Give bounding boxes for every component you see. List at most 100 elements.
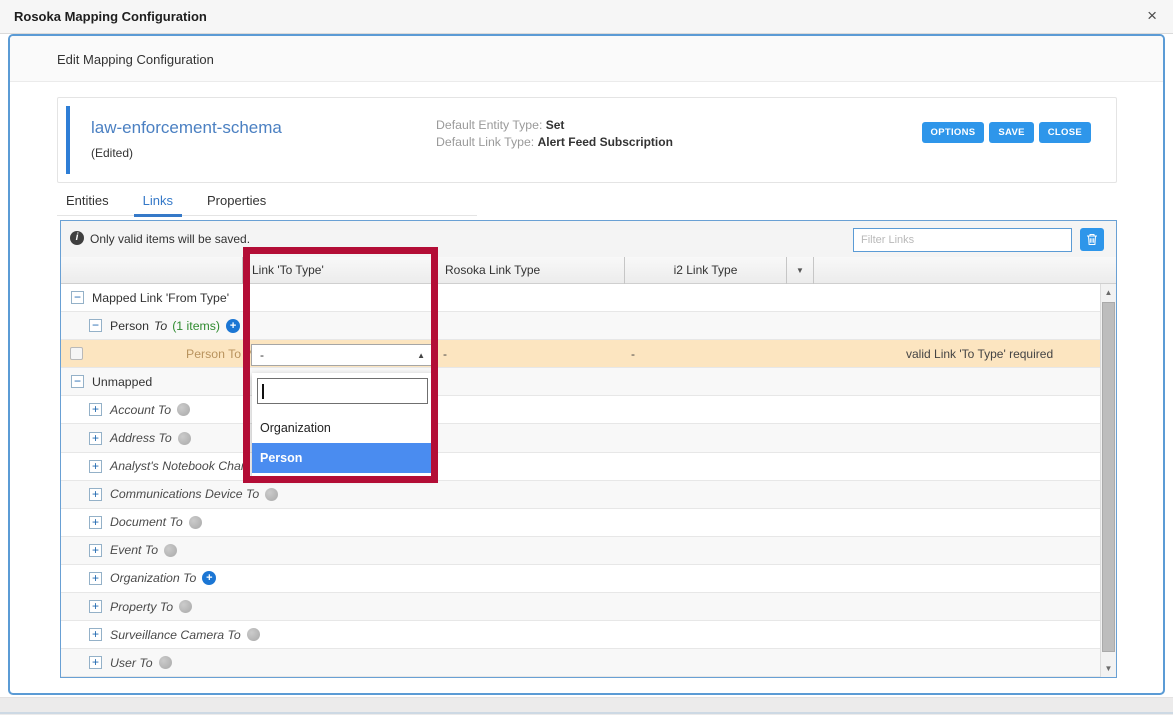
row-label: Account To xyxy=(110,403,171,417)
add-item-icon[interactable]: + xyxy=(226,319,240,333)
expand-icon[interactable]: + xyxy=(89,572,102,585)
tab-entities[interactable]: Entities xyxy=(57,190,118,214)
table-row[interactable]: + Communications Device To xyxy=(61,481,1100,509)
table-row[interactable]: + Surveillance Camera To xyxy=(61,621,1100,649)
window-close-icon[interactable]: × xyxy=(1147,7,1157,25)
expand-icon[interactable]: + xyxy=(89,516,102,529)
dropdown-option-person[interactable]: Person xyxy=(252,443,433,473)
tree-cell: + Property To xyxy=(61,593,1100,620)
expand-icon[interactable]: + xyxy=(89,488,102,501)
collapse-icon[interactable]: − xyxy=(71,291,84,304)
rosoka-link-type-value: - xyxy=(443,340,447,368)
close-button[interactable]: CLOSE xyxy=(1039,122,1091,143)
table-body: −Mapped Link 'From Type'−PersonTo(1 item… xyxy=(61,284,1100,677)
column-header-rosoka-link-type[interactable]: Rosoka Link Type xyxy=(437,257,625,284)
tree-cell: + Analyst's Notebook Chart To xyxy=(61,453,1100,480)
expand-icon[interactable]: + xyxy=(89,600,102,613)
window-titlebar: Rosoka Mapping Configuration × xyxy=(0,0,1173,34)
tree-cell: + Communications Device To xyxy=(61,481,1100,508)
mapping-configuration-dialog: Edit Mapping Configuration law-enforceme… xyxy=(8,34,1165,695)
expand-icon[interactable]: + xyxy=(89,460,102,473)
row-label: Property To xyxy=(110,600,173,614)
collapse-icon[interactable]: − xyxy=(89,319,102,332)
item-badge-icon xyxy=(189,516,202,529)
text-caret xyxy=(262,384,264,399)
tree-cell: −Mapped Link 'From Type' xyxy=(61,284,1100,311)
table-row[interactable]: + Account To xyxy=(61,396,1100,424)
item-badge-icon xyxy=(164,544,177,557)
tab-properties[interactable]: Properties xyxy=(198,190,275,214)
collapse-icon[interactable]: − xyxy=(71,375,84,388)
table-row[interactable]: +Document To xyxy=(61,509,1100,537)
item-badge-icon xyxy=(179,600,192,613)
table-row[interactable]: + Property To xyxy=(61,593,1100,621)
table-header-row: Link 'To Type' Rosoka Link Type i2 Link … xyxy=(61,257,1116,284)
table-row[interactable]: Person To ? - - valid Link 'To Type' requir… xyxy=(61,340,1100,368)
validation-message: valid Link 'To Type' required xyxy=(906,340,1053,368)
row-label: Address To xyxy=(110,431,172,445)
options-button[interactable]: OPTIONS xyxy=(922,122,985,143)
i2-link-type-value: - xyxy=(631,340,635,368)
item-badge-icon xyxy=(178,432,191,445)
table-row[interactable]: −PersonTo(1 items)+ xyxy=(61,312,1100,340)
table-row[interactable]: + Address To xyxy=(61,424,1100,452)
default-entity-value: Set xyxy=(546,118,565,132)
tree-cell: + User To xyxy=(61,649,1100,676)
table-row[interactable]: −Unmapped xyxy=(61,368,1100,396)
table-row[interactable]: + Analyst's Notebook Chart To xyxy=(61,453,1100,481)
link-to-type-select[interactable]: - ▲ xyxy=(251,344,433,366)
tree-cell: + Address To xyxy=(61,424,1100,451)
expand-icon[interactable]: + xyxy=(89,403,102,416)
schema-status: (Edited) xyxy=(91,146,133,160)
dropdown-options: OrganizationPerson xyxy=(252,413,433,473)
row-label: Analyst's Notebook Chart To xyxy=(110,459,265,473)
expand-icon[interactable]: + xyxy=(89,432,102,445)
default-link-value: Alert Feed Subscription xyxy=(538,135,673,149)
default-link-label: Default Link Type: xyxy=(436,135,534,149)
row-label: Person To ? xyxy=(186,347,251,361)
tree-cell: +Document To xyxy=(61,509,1100,536)
tree-cell: + Account To xyxy=(61,396,1100,423)
item-badge-icon xyxy=(265,488,278,501)
row-label: Surveillance Camera To xyxy=(110,628,241,642)
delete-button[interactable] xyxy=(1080,228,1104,251)
tree-cell: +Event To xyxy=(61,537,1100,564)
tree-cell: −PersonTo(1 items)+ xyxy=(61,312,1100,339)
column-header-link-to-type[interactable]: Link 'To Type' xyxy=(243,257,437,284)
tab-bar: Entities Links Properties xyxy=(57,190,477,216)
vertical-scrollbar[interactable]: ▲ ▼ xyxy=(1100,284,1116,677)
column-header-i2-link-type[interactable]: i2 Link Type xyxy=(625,257,787,284)
filter-links-input[interactable] xyxy=(853,228,1072,252)
scrollbar-thumb[interactable] xyxy=(1102,302,1115,652)
dialog-heading: Edit Mapping Configuration xyxy=(57,52,214,67)
dialog-header: Edit Mapping Configuration xyxy=(10,36,1163,82)
tab-links[interactable]: Links xyxy=(134,190,182,217)
expand-icon[interactable]: + xyxy=(89,544,102,557)
schema-defaults: Default Entity Type: Set Default Link Ty… xyxy=(436,117,673,151)
table-row[interactable]: +Organization To+ xyxy=(61,565,1100,593)
column-header-tree xyxy=(61,257,243,284)
notice-text: Only valid items will be saved. xyxy=(90,232,250,246)
scroll-down-icon[interactable]: ▼ xyxy=(1101,661,1116,676)
item-badge-icon xyxy=(159,656,172,669)
dropdown-option-organization[interactable]: Organization xyxy=(252,413,433,443)
column-menu-button[interactable]: ▼ xyxy=(787,257,814,284)
table-row[interactable]: −Mapped Link 'From Type' xyxy=(61,284,1100,312)
add-item-icon[interactable]: + xyxy=(202,571,216,585)
expand-icon[interactable]: + xyxy=(89,628,102,641)
tree-cell: + Surveillance Camera To xyxy=(61,621,1100,648)
dropdown-search-input[interactable] xyxy=(257,378,428,404)
row-label: Communications Device To xyxy=(110,487,259,501)
table-row[interactable]: +Event To xyxy=(61,537,1100,565)
row-checkbox[interactable] xyxy=(70,347,83,360)
window-bottom-edge xyxy=(0,712,1173,714)
schema-name-link[interactable]: law-enforcement-schema xyxy=(91,118,282,138)
expand-icon[interactable]: + xyxy=(89,656,102,669)
trash-icon xyxy=(1086,233,1098,246)
scroll-up-icon[interactable]: ▲ xyxy=(1101,285,1116,300)
row-label: User To xyxy=(110,656,153,670)
table-row[interactable]: + User To xyxy=(61,649,1100,677)
save-button[interactable]: SAVE xyxy=(989,122,1033,143)
tree-cell: +Organization To+ xyxy=(61,565,1100,592)
row-label: Mapped Link 'From Type' xyxy=(92,291,229,305)
